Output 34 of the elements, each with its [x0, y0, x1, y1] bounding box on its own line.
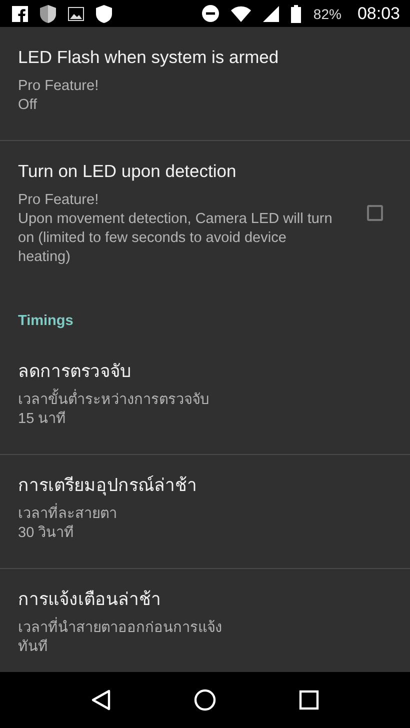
- preference-title: Turn on LED upon detection: [18, 160, 238, 183]
- checkbox[interactable]: [367, 205, 383, 221]
- wifi-icon: [231, 6, 252, 22]
- category-header: Timings: [17, 312, 74, 331]
- preference-summary: เวลาขั้นต่ำระหว่างการตรวจจับ: [18, 391, 338, 410]
- preference-title: ลดการตรวจจับ: [18, 360, 132, 383]
- preference-summary: เวลาที่ละสายตา: [18, 505, 338, 524]
- home-icon[interactable]: [194, 689, 216, 711]
- preference-summary: Pro Feature!: [18, 77, 100, 96]
- battery-icon: [291, 4, 302, 22]
- preference-row[interactable]: การเตรียมอุปกรณ์ล่าช้า เวลาที่ละสายตา 30 วินาที: [0, 455, 410, 569]
- preference-summary: เวลาที่นำสายตาออกก่อนการแจ้ง: [18, 619, 338, 638]
- shield-icon: [40, 4, 56, 22]
- battery-percentage: 82%: [313, 6, 342, 22]
- clock: 08:03: [357, 4, 400, 24]
- preference-row[interactable]: LED Flash when system is armed Pro Feature! Off: [0, 27, 410, 141]
- preference-title: การเตรียมอุปกรณ์ล่าช้า: [18, 474, 198, 497]
- preference-title: การแจ้งเตือนล่าช้า: [18, 588, 162, 611]
- preference-summary: ทันที: [18, 638, 49, 657]
- image-icon: [68, 6, 84, 20]
- shield-icon: [96, 4, 112, 22]
- preference-summary: Pro Feature!: [18, 191, 100, 210]
- preference-summary: Off: [18, 96, 38, 115]
- preference-row[interactable]: ลดการตรวจจับ เวลาขั้นต่ำระหว่างการตรวจจับ 15 นาที: [0, 341, 410, 455]
- preference-title: LED Flash when system is armed: [18, 46, 280, 69]
- signal-icon: [263, 6, 280, 22]
- back-icon[interactable]: [91, 689, 112, 711]
- preference-summary: Upon movement detection, Camera LED will turn on (limited to few seconds to avoid device heating): [18, 210, 334, 267]
- preference-summary: 15 นาที: [18, 410, 68, 429]
- overview-icon[interactable]: [298, 690, 319, 710]
- preference-summary: 30 วินาที: [18, 524, 76, 543]
- do-not-disturb-icon: [202, 5, 220, 22]
- preference-row[interactable]: Turn on LED upon detection Pro Feature! Upon movement detection, Camera LED will turn on (limited to few seconds to avoid device heating): [0, 141, 410, 303]
- facebook-icon: [12, 6, 28, 22]
